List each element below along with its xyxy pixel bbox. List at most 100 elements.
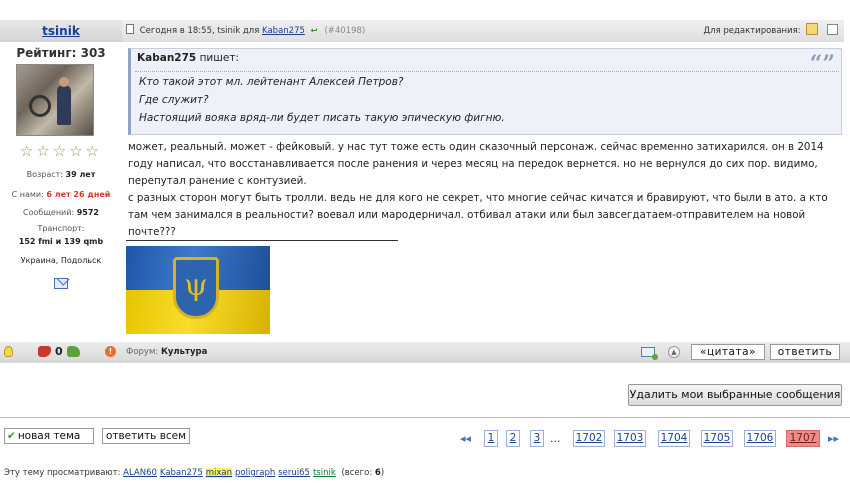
- page-number[interactable]: 1702: [576, 432, 603, 444]
- post-line: почте???: [128, 226, 176, 238]
- transport-label: Транспорт:: [37, 224, 85, 233]
- page-ellipsis: ...: [550, 432, 561, 445]
- check-icon: ✔: [7, 430, 16, 442]
- signature-flag-image: ψ: [126, 246, 270, 334]
- document-icon: [126, 24, 134, 34]
- post-header: Сегодня в 18:55, tsinik для Kaban275 ↩ (…: [122, 20, 844, 42]
- viewer-link[interactable]: serui65: [278, 468, 310, 478]
- quote-line: Настоящий вояка вряд-ли будет писать так…: [139, 112, 505, 124]
- quote-says: пишет:: [199, 52, 239, 64]
- quote-author-name: Kaban275: [137, 52, 197, 64]
- viewer-link[interactable]: tsinik: [313, 468, 336, 478]
- user-location: Украина, Подольск: [20, 256, 102, 265]
- new-topic-label: новая тема: [17, 430, 81, 442]
- page-link[interactable]: 1706: [744, 430, 776, 447]
- reply-all-button[interactable]: ответить всем: [102, 428, 190, 444]
- edit-pencil-icon[interactable]: [806, 23, 819, 35]
- quote-divider: [135, 71, 839, 72]
- edit-label: Для редактирования:: [703, 26, 801, 36]
- post-line: году написал, что восстанавливается посл…: [128, 158, 818, 170]
- viewer-link[interactable]: Kaban275: [160, 468, 203, 478]
- viewer-link[interactable]: poligraph: [235, 468, 275, 478]
- page-number[interactable]: 3: [534, 432, 541, 444]
- page-link[interactable]: 1704: [658, 430, 690, 447]
- post-date: Сегодня в 18:55,: [139, 26, 215, 36]
- user-age: Возраст: 39 лет: [0, 170, 122, 179]
- topic-viewers: Эту тему просматривают: ALAN60 Kaban275 mi…: [4, 468, 384, 478]
- quote-mark-icon: “”: [809, 51, 835, 77]
- post-line: с разных сторон могут быть тролли. ведь …: [128, 192, 828, 204]
- new-topic-button[interactable]: ✔ новая тема: [4, 428, 94, 444]
- quote-block: Kaban275 пишет: “” Кто такой этот мл. ле…: [128, 48, 842, 135]
- page-link[interactable]: 1705: [701, 430, 733, 447]
- next-page-icon[interactable]: ▸▸: [828, 432, 839, 445]
- report-icon[interactable]: !: [105, 346, 116, 357]
- page-link[interactable]: 1: [484, 430, 498, 447]
- recipient-link[interactable]: Kaban275: [262, 26, 305, 36]
- reply-button[interactable]: ответить: [770, 344, 840, 360]
- transport-value: 152 fmi и 139 qmb: [0, 237, 122, 246]
- page-number[interactable]: 1: [488, 432, 495, 444]
- post-line: перепутал ранение с контузией.: [128, 175, 307, 187]
- avatar[interactable]: [16, 64, 94, 136]
- scroll-up-icon[interactable]: ▲: [668, 346, 680, 358]
- page-link[interactable]: 1702: [573, 430, 605, 447]
- post-content: Сегодня в 18:55, tsinik для Kaban275 ↩ (…: [122, 16, 850, 342]
- mail-icon[interactable]: [641, 347, 658, 360]
- user-joined: С нами: 6 лет 26 дней: [0, 190, 122, 199]
- forum-label-text: Форум:: [126, 347, 159, 357]
- page-link[interactable]: 1703: [614, 430, 646, 447]
- edit-zone: Для редактирования:: [703, 20, 838, 42]
- current-page: 1707: [786, 430, 820, 447]
- viewers-label: Эту тему просматривают:: [4, 468, 121, 478]
- avatar-figure: [57, 77, 71, 125]
- trident-shield-icon: ψ: [173, 257, 219, 319]
- page-link[interactable]: 3: [530, 430, 544, 447]
- quote-line: Кто такой этот мл. лейтенант Алексей Пет…: [139, 76, 404, 88]
- viewer-link[interactable]: ALAN60: [123, 468, 157, 478]
- signature-divider: [126, 240, 398, 241]
- joined-label: С нами:: [11, 190, 44, 199]
- joined-value: 6 лет 26 дней: [46, 190, 111, 199]
- post-for-label: для: [242, 26, 260, 36]
- forum-post: tsinik Рейтинг: 303 ☆☆☆☆☆ Возраст: 39 ле…: [0, 16, 850, 363]
- age-value: 39 лет: [65, 170, 96, 179]
- post-number: (#40198): [324, 26, 366, 36]
- page-link[interactable]: 2: [506, 430, 520, 447]
- post-line: может, реальный. может - фейковый. у нас…: [128, 141, 824, 153]
- page-number[interactable]: 1706: [747, 432, 774, 444]
- username-header: tsinik: [0, 20, 122, 42]
- page-number[interactable]: 1703: [617, 432, 644, 444]
- section-divider: [0, 417, 850, 418]
- post-line: там чем занимался в реальности? воевал и…: [128, 209, 806, 221]
- user-rating: Рейтинг: 303: [0, 46, 122, 60]
- private-message-icon[interactable]: [54, 278, 68, 289]
- user-messages: Сообщений: 9572: [0, 208, 122, 217]
- rating-value: 303: [80, 46, 106, 60]
- username-link[interactable]: tsinik: [42, 24, 80, 38]
- viewers-total-close: ): [380, 468, 385, 478]
- bulb-icon[interactable]: [4, 346, 13, 357]
- page-number[interactable]: 1705: [704, 432, 731, 444]
- quote-button[interactable]: «цитата»: [691, 344, 765, 360]
- messages-label: Сообщений:: [23, 208, 75, 217]
- rating-label: Рейтинг:: [16, 46, 77, 60]
- page-number[interactable]: 1704: [661, 432, 688, 444]
- quote-author: Kaban275 пишет:: [137, 52, 835, 64]
- reply-arrow-icon[interactable]: ↩: [311, 20, 318, 42]
- first-page-icon[interactable]: ◂◂: [460, 432, 471, 445]
- delete-selected-button[interactable]: Удалить мои выбранные сообщения: [628, 384, 842, 406]
- rating-stars: ☆☆☆☆☆: [19, 142, 103, 160]
- quote-line: Где служит?: [139, 94, 209, 106]
- age-label: Возраст:: [26, 170, 63, 179]
- thumbs-down-icon[interactable]: [38, 346, 51, 357]
- forum-label: Форум: Культура: [126, 347, 207, 357]
- viewer-link-highlighted[interactable]: mixan: [205, 468, 233, 478]
- page-number[interactable]: 2: [510, 432, 517, 444]
- vote-count: 0: [55, 345, 63, 358]
- trident-icon: ψ: [184, 268, 208, 303]
- user-panel: tsinik Рейтинг: 303 ☆☆☆☆☆ Возраст: 39 ле…: [0, 16, 122, 342]
- select-post-checkbox[interactable]: [827, 24, 838, 35]
- thumbs-up-icon[interactable]: [67, 346, 80, 357]
- forum-name[interactable]: Культура: [161, 347, 207, 357]
